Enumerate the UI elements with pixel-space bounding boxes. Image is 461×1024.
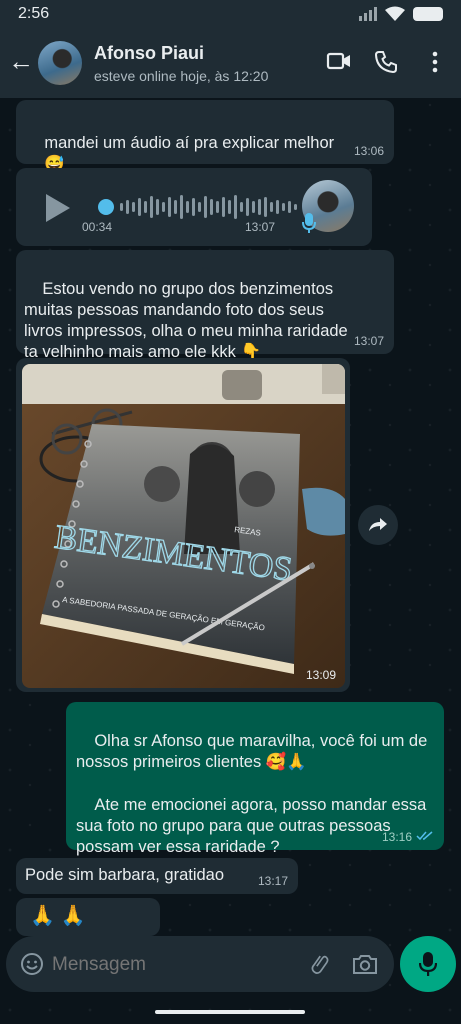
image-message[interactable]: BENZIMENTOS REZAS A SABEDORIA PASSADA DE…: [16, 358, 350, 692]
message-bubble-incoming[interactable]: mandei um áudio aí pra explicar melhor 😅…: [16, 100, 394, 173]
contact-avatar[interactable]: [38, 41, 82, 85]
message-text: Estou vendo no grupo dos benzimentos mui…: [24, 280, 348, 361]
voice-record-button[interactable]: [400, 936, 456, 992]
audio-waveform[interactable]: [120, 192, 297, 222]
message-text: Olha sr Afonso que maravilha, você foi u…: [76, 732, 428, 771]
chat-header: ← Afonso Piaui esteve online hoje, às 12…: [0, 28, 461, 98]
message-text: Pode sim barbara, gratidao: [25, 866, 225, 884]
audio-message[interactable]: 00:34 13:07: [16, 168, 372, 246]
play-icon[interactable]: [46, 194, 70, 222]
message-text: Ate me emocionei agora, posso mandar ess…: [76, 796, 427, 856]
message-time: 13:06: [353, 144, 384, 158]
message-time: 13:16: [381, 830, 412, 844]
contact-name[interactable]: Afonso Piaui: [94, 43, 204, 64]
book-photo[interactable]: BENZIMENTOS REZAS A SABEDORIA PASSADA DE…: [22, 364, 345, 688]
message-time: 13:17: [257, 874, 288, 888]
read-receipt-icon: [416, 831, 433, 841]
signal-icon: [359, 7, 377, 21]
audio-progress-handle[interactable]: [98, 199, 114, 215]
contact-status: esteve online hoje, às 12:20: [94, 68, 269, 84]
more-options-icon[interactable]: [430, 50, 440, 74]
message-composer: [6, 936, 394, 992]
status-bar: 2:56: [0, 0, 461, 28]
microphone-icon: [419, 952, 437, 976]
message-text: 🙏 🙏: [30, 905, 86, 927]
message-time: 13:07: [353, 334, 384, 348]
status-time: 2:56: [18, 5, 50, 22]
wifi-icon: [385, 6, 405, 21]
message-bubble-outgoing[interactable]: Olha sr Afonso que maravilha, você foi u…: [66, 702, 444, 856]
forward-icon: [369, 518, 387, 531]
microphone-icon: [302, 213, 316, 233]
message-bubble-incoming[interactable]: Pode sim barbara, gratidao 13:17: [16, 858, 298, 894]
message-time: 13:07: [245, 220, 276, 234]
message-bubble-incoming[interactable]: Estou vendo no grupo dos benzimentos mui…: [16, 250, 394, 361]
attach-icon[interactable]: [308, 952, 332, 976]
audio-duration: 00:34: [82, 220, 113, 234]
video-call-icon[interactable]: [326, 50, 352, 72]
forward-button[interactable]: [358, 505, 398, 545]
message-input[interactable]: [50, 950, 294, 980]
message-emoji: 🥰🙏: [265, 753, 307, 772]
battery-icon: [413, 7, 443, 21]
back-arrow-icon[interactable]: ←: [8, 46, 34, 77]
gesture-nav-bar[interactable]: [155, 1010, 305, 1014]
message-time: 13:09: [305, 668, 336, 682]
message-text: mandei um áudio aí pra explicar melhor: [44, 134, 335, 152]
emoji-icon[interactable]: [20, 952, 44, 976]
voice-call-icon[interactable]: [374, 50, 398, 74]
camera-icon[interactable]: [352, 953, 378, 975]
message-bubble-incoming[interactable]: 🙏 🙏: [16, 898, 160, 936]
